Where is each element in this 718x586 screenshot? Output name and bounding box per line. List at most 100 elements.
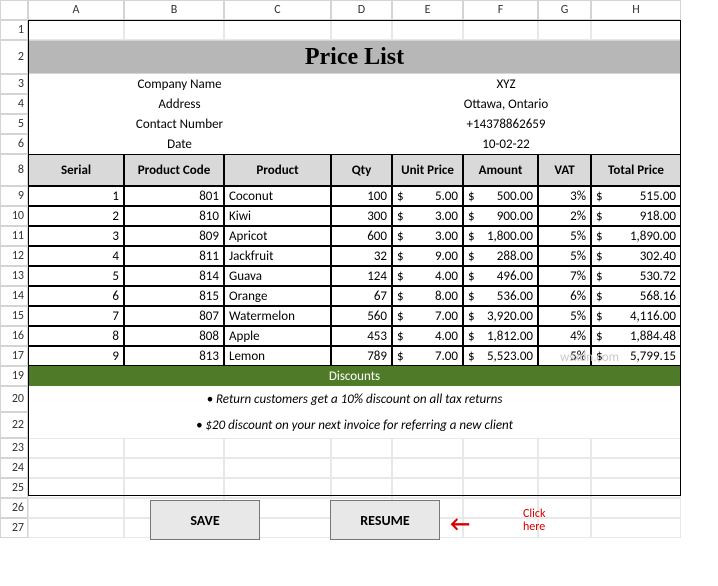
table-cell[interactable]: $1,800.00 — [463, 226, 538, 246]
cell-blank[interactable] — [538, 20, 591, 40]
table-cell[interactable]: $536.00 — [463, 286, 538, 306]
table-cell[interactable]: 1 — [28, 186, 124, 206]
table-cell[interactable]: $7.00 — [392, 306, 463, 326]
row-header-2[interactable]: 2 — [0, 40, 28, 74]
table-cell[interactable]: $4.00 — [392, 266, 463, 286]
table-cell[interactable]: $4,116.00 — [591, 306, 681, 326]
column-header-A[interactable]: A — [28, 0, 124, 20]
row-header-1[interactable]: 1 — [0, 20, 28, 40]
table-cell[interactable]: 5% — [538, 246, 591, 266]
row-header-26[interactable]: 26 — [0, 498, 28, 518]
cell-blank[interactable] — [591, 478, 681, 498]
table-cell[interactable]: 809 — [124, 226, 224, 246]
table-cell[interactable]: $4.00 — [392, 326, 463, 346]
table-cell[interactable]: $5,523.00 — [463, 346, 538, 366]
cell-blank[interactable] — [392, 478, 463, 498]
table-cell[interactable]: 813 — [124, 346, 224, 366]
cell-blank[interactable] — [224, 458, 331, 478]
row-header-9[interactable]: 9 — [0, 186, 28, 206]
column-header-D[interactable]: D — [331, 0, 392, 20]
cell-blank[interactable] — [124, 20, 224, 40]
table-cell[interactable]: 9 — [28, 346, 124, 366]
cell-blank[interactable] — [591, 518, 681, 538]
column-header-C[interactable]: C — [224, 0, 331, 20]
cell-blank[interactable] — [28, 438, 124, 458]
cell-blank[interactable] — [591, 498, 681, 518]
cell-blank[interactable] — [224, 438, 331, 458]
table-cell[interactable]: 801 — [124, 186, 224, 206]
table-cell[interactable]: 4% — [538, 326, 591, 346]
row-header-20[interactable]: 20 — [0, 386, 28, 412]
table-cell[interactable]: $302.40 — [591, 246, 681, 266]
table-cell[interactable]: 789 — [331, 346, 392, 366]
cell-blank[interactable] — [124, 478, 224, 498]
cell-blank[interactable] — [392, 438, 463, 458]
row-header-23[interactable]: 23 — [0, 438, 28, 458]
table-cell[interactable]: $900.00 — [463, 206, 538, 226]
table-cell[interactable]: Kiwi — [224, 206, 331, 226]
table-cell[interactable]: $5.00 — [392, 186, 463, 206]
row-header-6[interactable]: 6 — [0, 134, 28, 154]
row-header-10[interactable]: 10 — [0, 206, 28, 226]
row-header-8[interactable]: 8 — [0, 154, 28, 186]
table-cell[interactable]: Lemon — [224, 346, 331, 366]
table-cell[interactable]: 808 — [124, 326, 224, 346]
table-cell[interactable]: 8 — [28, 326, 124, 346]
row-header-19[interactable]: 19 — [0, 366, 28, 386]
column-header-H[interactable]: H — [591, 0, 681, 20]
row-header-4[interactable]: 4 — [0, 94, 28, 114]
column-header-B[interactable]: B — [124, 0, 224, 20]
table-cell[interactable]: Guava — [224, 266, 331, 286]
table-cell[interactable]: 7% — [538, 266, 591, 286]
row-header-25[interactable]: 25 — [0, 478, 28, 498]
table-cell[interactable]: $1,890.00 — [591, 226, 681, 246]
row-header-27[interactable]: 27 — [0, 518, 28, 538]
table-cell[interactable]: 4 — [28, 246, 124, 266]
cell-blank[interactable] — [28, 478, 124, 498]
table-cell[interactable]: Apple — [224, 326, 331, 346]
cell-blank[interactable] — [331, 20, 392, 40]
table-header[interactable]: Serial — [28, 154, 124, 186]
table-cell[interactable]: 67 — [331, 286, 392, 306]
table-cell[interactable]: $1,884.48 — [591, 326, 681, 346]
table-cell[interactable]: 811 — [124, 246, 224, 266]
table-cell[interactable]: 300 — [331, 206, 392, 226]
select-all-corner[interactable] — [0, 0, 28, 20]
table-cell[interactable]: 3% — [538, 186, 591, 206]
cell-blank[interactable] — [463, 438, 538, 458]
cell-blank[interactable] — [463, 458, 538, 478]
table-cell[interactable]: Watermelon — [224, 306, 331, 326]
cell-blank[interactable] — [331, 478, 392, 498]
table-cell[interactable]: $500.00 — [463, 186, 538, 206]
table-header[interactable]: VAT — [538, 154, 591, 186]
row-header-24[interactable]: 24 — [0, 458, 28, 478]
resume-button[interactable]: RESUME — [330, 500, 440, 540]
table-cell[interactable]: $3,920.00 — [463, 306, 538, 326]
table-cell[interactable]: 7 — [28, 306, 124, 326]
table-cell[interactable]: 32 — [331, 246, 392, 266]
table-cell[interactable]: $568.16 — [591, 286, 681, 306]
table-cell[interactable]: 600 — [331, 226, 392, 246]
table-cell[interactable]: $3.00 — [392, 226, 463, 246]
table-header[interactable]: Total Price — [591, 154, 681, 186]
table-cell[interactable]: $918.00 — [591, 206, 681, 226]
cell-blank[interactable] — [538, 438, 591, 458]
table-cell[interactable]: 6% — [538, 286, 591, 306]
table-cell[interactable]: Orange — [224, 286, 331, 306]
row-header-12[interactable]: 12 — [0, 246, 28, 266]
table-cell[interactable]: $9.00 — [392, 246, 463, 266]
table-cell[interactable]: $530.72 — [591, 266, 681, 286]
table-cell[interactable]: 100 — [331, 186, 392, 206]
table-cell[interactable]: 2% — [538, 206, 591, 226]
table-cell[interactable]: $515.00 — [591, 186, 681, 206]
row-header-3[interactable]: 3 — [0, 74, 28, 94]
table-header[interactable]: Qty — [331, 154, 392, 186]
table-cell[interactable]: 124 — [331, 266, 392, 286]
table-cell[interactable]: 3 — [28, 226, 124, 246]
table-cell[interactable]: 5% — [538, 226, 591, 246]
table-header[interactable]: Product Code — [124, 154, 224, 186]
row-header-13[interactable]: 13 — [0, 266, 28, 286]
cell-blank[interactable] — [392, 20, 463, 40]
row-header-11[interactable]: 11 — [0, 226, 28, 246]
table-cell[interactable]: 2 — [28, 206, 124, 226]
